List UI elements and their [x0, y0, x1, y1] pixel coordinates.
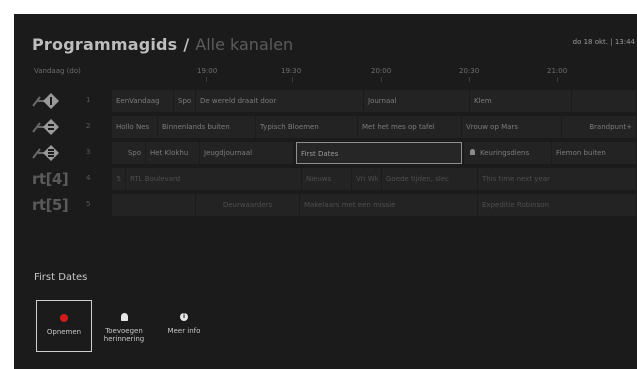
tick-mark — [381, 77, 382, 82]
program-cell[interactable]: Brandpunt+ — [562, 116, 637, 138]
channel-row: 1 EenVandaag Spo De wereld draait door J… — [14, 90, 637, 112]
today-label: Vandaag (do) — [34, 67, 81, 75]
program-cell[interactable]: Binnenlands buiten — [158, 116, 256, 138]
program-cell[interactable]: Typisch Bloemen — [256, 116, 358, 138]
add-reminder-button[interactable]: Toevoegen herinnering — [96, 300, 152, 352]
tv-guide-screen: Programmagids / Alle kanalen do 18 okt. … — [14, 14, 637, 369]
npo3-logo-icon[interactable] — [32, 144, 76, 162]
program-cell[interactable]: Vrouw op Mars — [462, 116, 562, 138]
rtl5-logo-icon[interactable]: rt[5] — [32, 196, 76, 214]
program-cell[interactable]: Hollo Nes — [112, 116, 158, 138]
program-cell[interactable]: Makelaars met een missie — [300, 194, 478, 216]
time-tick: 21:00 — [547, 67, 568, 75]
channel-number: 4 — [86, 174, 91, 182]
channel-row: rt[4] 4 5 RTL Boulevard Nieuws Vri Wk Go… — [14, 168, 637, 190]
more-info-label: Meer info — [167, 327, 201, 335]
tick-mark — [206, 77, 207, 82]
tick-mark — [557, 77, 558, 82]
program-cell[interactable]: Spo — [174, 90, 196, 112]
record-icon — [60, 314, 68, 322]
program-cell[interactable]: Deurwaarders — [196, 194, 300, 216]
program-cell[interactable]: EenVandaag — [112, 90, 174, 112]
selected-program-title: First Dates — [34, 272, 88, 283]
add-reminder-label: Toevoegen herinnering — [103, 327, 145, 343]
npo2-logo-icon[interactable] — [32, 118, 76, 136]
program-cell[interactable]: De wereld draait door — [196, 90, 364, 112]
tick-mark — [292, 77, 293, 82]
channel-row: rt[5] 5 Deurwaarders Makelaars met een m… — [14, 194, 637, 216]
info-icon: i — [180, 313, 188, 321]
channel-number: 3 — [86, 148, 91, 156]
program-cell[interactable]: Met het mes op tafel — [358, 116, 462, 138]
program-cell[interactable] — [112, 194, 196, 216]
program-cell[interactable]: This time next year — [478, 168, 637, 190]
program-cell[interactable]: Nieuws — [302, 168, 352, 190]
program-cell[interactable]: Fiemon buiten — [552, 142, 637, 164]
program-cell[interactable]: Klem — [470, 90, 572, 112]
time-tick: 20:30 — [459, 67, 480, 75]
program-cell[interactable]: Spo — [112, 142, 146, 164]
tick-mark — [469, 77, 470, 82]
channel-row: 2 Hollo Nes Binnenlands buiten Typisch B… — [14, 116, 637, 138]
program-cell[interactable]: Journaal — [364, 90, 470, 112]
program-cell[interactable]: Het Klokhu — [146, 142, 200, 164]
channel-row: 3 Spo Het Klokhu Jeugdjournaal First Dat… — [14, 142, 637, 164]
program-cell[interactable]: Goede tijden, slec — [382, 168, 478, 190]
channel-number: 5 — [86, 200, 91, 208]
channel-number: 2 — [86, 122, 91, 130]
reminder-bell-icon — [470, 149, 475, 155]
program-cell[interactable]: Vri Wk — [352, 168, 382, 190]
program-cell[interactable]: Jeugdjournaal — [200, 142, 294, 164]
time-tick: 19:00 — [197, 67, 218, 75]
time-bar: Vandaag (do) 19:00 19:30 20:00 20:30 21:… — [14, 64, 637, 82]
channel-number: 1 — [86, 96, 91, 104]
rtl4-logo-icon[interactable]: rt[4] — [32, 170, 76, 188]
title-separator: / — [183, 34, 190, 54]
bell-icon — [120, 313, 128, 321]
channel-logo-text: rt[4] — [32, 170, 69, 188]
program-cell-selected[interactable]: First Dates — [296, 142, 462, 164]
time-tick: 19:30 — [281, 67, 302, 75]
page-title: Programmagids — [32, 34, 178, 54]
program-cell[interactable]: RTL Boulevard — [126, 168, 302, 190]
program-cell[interactable] — [572, 90, 637, 112]
more-info-button[interactable]: i Meer info — [156, 300, 212, 352]
program-cell[interactable]: 5 — [112, 168, 126, 190]
date-time: do 18 okt. | 13:44 — [572, 38, 635, 46]
npo1-logo-icon[interactable] — [32, 92, 76, 110]
page-header: Programmagids / Alle kanalen — [32, 32, 293, 56]
program-title: Keuringsdiens — [480, 149, 530, 157]
channel-logo-text: rt[5] — [32, 196, 69, 214]
program-actions: Opnemen Toevoegen herinnering i Meer inf… — [36, 300, 212, 352]
record-button[interactable]: Opnemen — [36, 300, 92, 352]
record-label: Opnemen — [46, 328, 82, 336]
time-tick: 20:00 — [371, 67, 392, 75]
program-cell[interactable]: Keuringsdiens — [464, 142, 552, 164]
program-cell[interactable]: Expeditie Robinson — [478, 194, 637, 216]
page-subtitle: Alle kanalen — [195, 34, 294, 54]
